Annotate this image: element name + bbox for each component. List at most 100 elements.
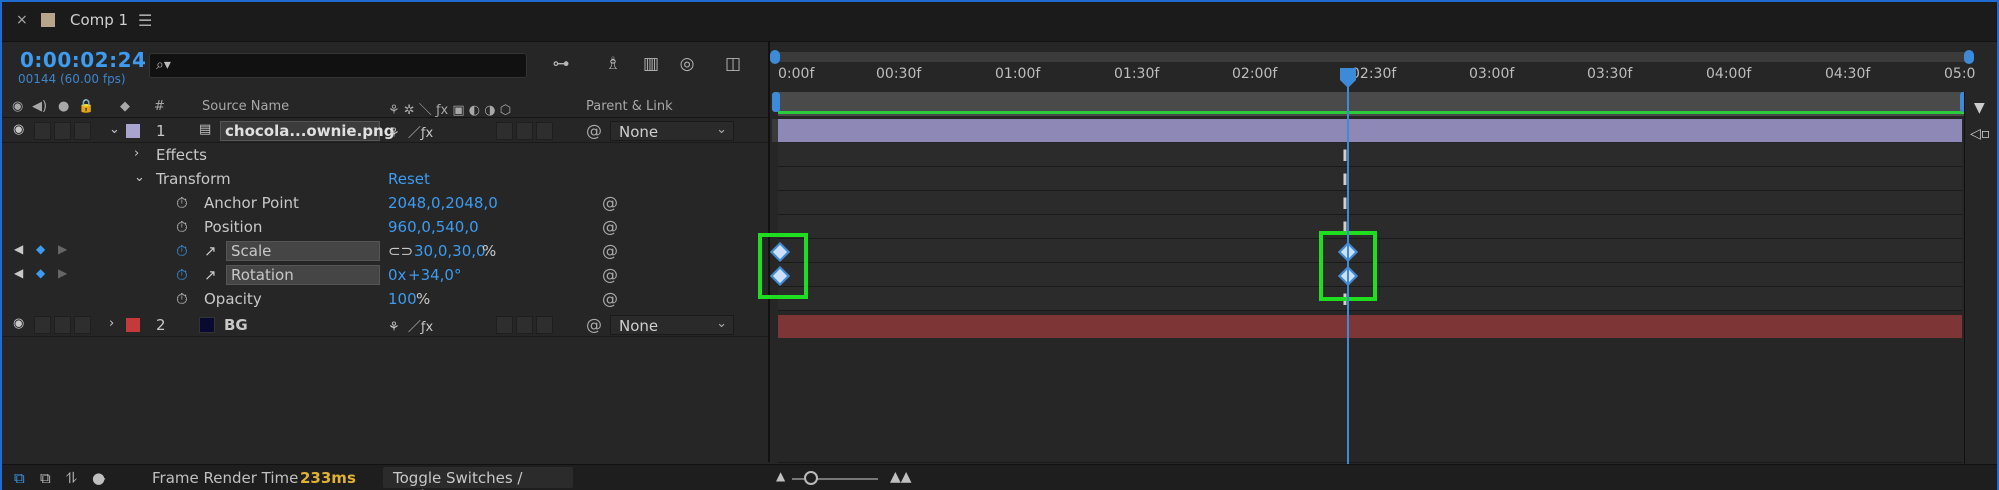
switch-cell[interactable] [536, 316, 553, 334]
link-icon[interactable]: ⊂⊃ [388, 242, 413, 260]
comp-icon[interactable]: ⧉ [14, 469, 25, 487]
stopwatch-icon[interactable]: ⏱ [176, 218, 188, 236]
label-header-icon[interactable]: ◆ [120, 99, 130, 114]
zoom-slider-knob[interactable] [804, 471, 818, 485]
layer-row-1[interactable]: ◉ ⌄ 1 ▤ chocola...ownie.png ⚘ ／ƒx @ None… [2, 119, 768, 143]
playhead-line[interactable] [1347, 70, 1349, 466]
switch-cell[interactable] [516, 316, 533, 334]
pickwhip-icon[interactable]: @ [602, 241, 618, 260]
add-keyframe-icon[interactable]: ◆ [36, 266, 45, 280]
transfer-controls-icon[interactable]: ⥮ [66, 469, 77, 487]
scale-label-box[interactable]: Scale [226, 241, 380, 261]
panel-menu-icon[interactable]: ☰ [138, 11, 152, 30]
chevron-down-icon[interactable]: ⌄ [134, 170, 145, 185]
current-time[interactable]: 0:00:02:24 [20, 48, 146, 72]
close-icon[interactable]: × [16, 12, 28, 28]
scale-value[interactable]: 30,0,30,0 [414, 242, 486, 260]
switch-cell[interactable] [536, 122, 553, 140]
prev-keyframe-icon[interactable]: ◀ [14, 266, 23, 280]
pickwhip-icon[interactable]: @ [602, 193, 618, 212]
label-color-swatch[interactable] [126, 318, 140, 332]
lock-switch[interactable] [74, 316, 91, 334]
add-keyframe-icon[interactable]: ◆ [36, 242, 45, 256]
prev-keyframe-icon[interactable]: ◀ [14, 242, 23, 256]
marker-icon[interactable]: ▼ [1974, 100, 1985, 116]
comp-flowchart-icon[interactable]: ⊶ [548, 54, 574, 74]
shy-layers-icon[interactable]: ♗ [600, 54, 626, 74]
stopwatch-icon[interactable]: ⏱ [176, 290, 188, 308]
zoom-out-icon[interactable]: ▲ [776, 469, 785, 483]
rotation-label-box[interactable]: Rotation [226, 265, 380, 285]
time-ruler[interactable]: 0:00f 00:30f 01:00f 01:30f 02:00f 02:30f… [772, 62, 1975, 92]
audio-header-icon[interactable]: ◀) [32, 99, 47, 114]
pickwhip-icon[interactable]: @ [602, 289, 618, 308]
chevron-right-icon[interactable]: › [109, 316, 114, 331]
layer-1-duration-bar[interactable] [778, 119, 1962, 142]
switch-cell[interactable] [496, 316, 513, 334]
eye-icon[interactable]: ◉ [13, 316, 24, 331]
pickwhip-icon[interactable]: @ [586, 315, 602, 334]
solo-switch[interactable] [54, 122, 71, 140]
rotation-row[interactable]: ◀ ◆ ▶ ⏱ ↗ Rotation 0x +34,0° @ [2, 263, 768, 287]
opacity-row[interactable]: ⏱ Opacity 100 % @ [2, 287, 768, 311]
solo-header-icon[interactable]: ● [58, 99, 69, 114]
switch-cell[interactable] [496, 122, 513, 140]
opacity-value[interactable]: 100 [388, 290, 417, 308]
toggle-switches-button[interactable]: Toggle Switches / Modes [383, 467, 573, 490]
switches-icons[interactable]: ⚘ ／ƒx [388, 316, 433, 335]
eye-icon[interactable]: ◉ [13, 122, 24, 137]
time-navigator[interactable] [772, 52, 1972, 62]
stopwatch-icon[interactable]: ⏱ [176, 266, 188, 284]
reset-link[interactable]: Reset [388, 170, 430, 188]
position-row[interactable]: ⏱ Position 960,0,540,0 @ [2, 215, 768, 239]
switches-icons[interactable]: ⚘ ／ƒx [388, 122, 433, 141]
eye-header-icon[interactable]: ◉ [12, 99, 23, 114]
scale-row[interactable]: ◀ ◆ ▶ ⏱ ↗ Scale ⊂⊃ 30,0,30,0 % @ [2, 239, 768, 263]
next-keyframe-icon[interactable]: ▶ [58, 242, 67, 256]
switch-cell[interactable] [516, 122, 533, 140]
graph-editor-icon[interactable]: ◫ [720, 54, 746, 74]
rotation-degrees[interactable]: +34,0° [408, 266, 461, 284]
layer-row-2[interactable]: ◉ › 2 BG ⚘ ／ƒx @ None ⌄ [2, 313, 768, 337]
pickwhip-icon[interactable]: @ [602, 265, 618, 284]
layer-name[interactable]: BG [224, 316, 248, 334]
frame-blending-icon[interactable]: ▥ [638, 54, 664, 74]
lock-switch[interactable] [74, 122, 91, 140]
layer-switches-icon[interactable]: ⧉ [40, 469, 51, 487]
effects-row[interactable]: › Effects [2, 143, 768, 167]
anchor-point-row[interactable]: ⏱ Anchor Point 2048,0,2048,0 @ [2, 191, 768, 215]
stopwatch-icon[interactable]: ⏱ [176, 194, 188, 212]
pickwhip-icon[interactable]: @ [586, 121, 602, 140]
parent-dropdown[interactable]: None ⌄ [610, 315, 734, 335]
graph-icon[interactable]: ↗ [204, 242, 217, 260]
switches-header-icons[interactable]: ⚘ ✲ ＼ ƒx ▣ ◐ ◑ ⬡ [388, 99, 511, 118]
next-keyframe-icon[interactable]: ▶ [58, 266, 67, 280]
render-time-icon[interactable]: ●̶ [92, 469, 105, 487]
audio-switch[interactable] [34, 316, 51, 334]
work-area-start[interactable] [772, 92, 780, 112]
label-color-swatch[interactable] [126, 124, 140, 138]
parent-link-header[interactable]: Parent & Link [586, 99, 673, 114]
rotation-revolutions[interactable]: 0x [388, 266, 406, 284]
audio-switch[interactable] [34, 122, 51, 140]
search-input[interactable]: ⌕▾ [149, 53, 527, 78]
layer-name-field[interactable]: chocola...ownie.png [220, 121, 394, 141]
snap-icon[interactable]: ◁▫ [1970, 126, 1990, 142]
zoom-in-icon[interactable]: ▲▲ [890, 469, 912, 485]
graph-icon[interactable]: ↗ [204, 266, 217, 284]
pickwhip-icon[interactable]: @ [602, 217, 618, 236]
solo-switch[interactable] [54, 316, 71, 334]
tab-comp-title[interactable]: Comp 1 [70, 11, 128, 29]
source-name-header[interactable]: Source Name [202, 99, 289, 114]
layer-2-duration-bar[interactable] [778, 315, 1962, 338]
chevron-right-icon[interactable]: › [134, 146, 139, 161]
transform-row[interactable]: ⌄ Transform Reset [2, 167, 768, 191]
chevron-down-icon[interactable]: ⌄ [109, 122, 120, 137]
stopwatch-icon[interactable]: ⏱ [176, 242, 188, 260]
number-header[interactable]: # [154, 99, 165, 114]
anchor-point-value[interactable]: 2048,0,2048,0 [388, 194, 498, 212]
lock-header-icon[interactable]: 🔒 [78, 99, 94, 114]
work-area-bar[interactable] [778, 92, 1966, 116]
parent-dropdown[interactable]: None ⌄ [610, 121, 734, 141]
position-value[interactable]: 960,0,540,0 [388, 218, 479, 236]
